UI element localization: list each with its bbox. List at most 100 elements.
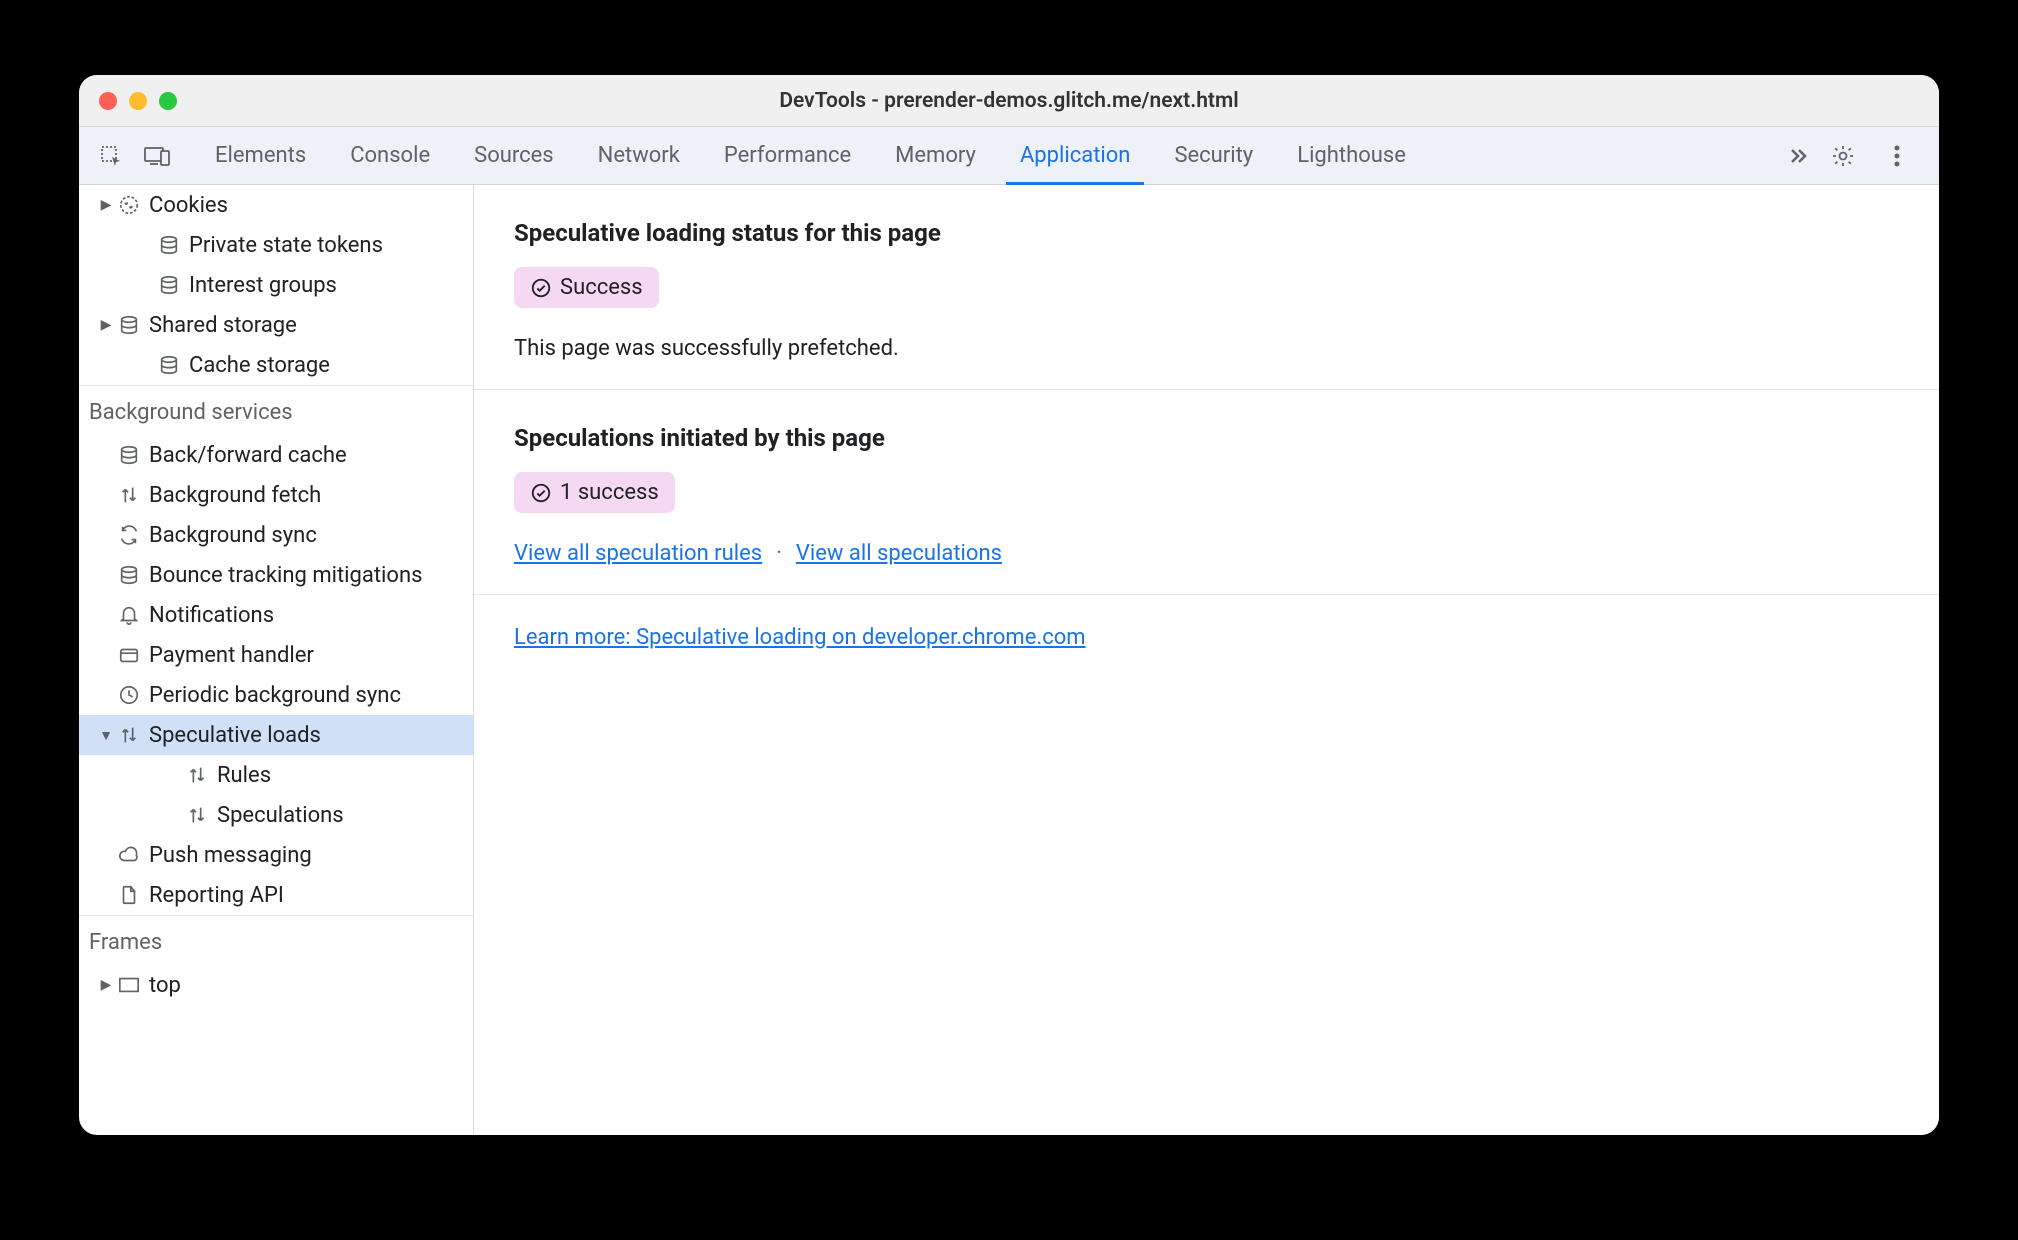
sidebar-item-label: Payment handler: [149, 643, 314, 668]
expand-arrow-icon: ▶: [97, 197, 115, 213]
sidebar-item-bounce-tracking-mitigations[interactable]: Bounce tracking mitigations: [79, 555, 473, 595]
settings-icon[interactable]: [1823, 136, 1863, 176]
tab-application[interactable]: Application: [998, 127, 1152, 185]
sidebar-item-periodic-background-sync[interactable]: Periodic background sync: [79, 675, 473, 715]
sidebar-item-push-messaging[interactable]: Push messaging: [79, 835, 473, 875]
zoom-window-button[interactable]: [159, 92, 177, 110]
status-text: This page was successfully prefetched.: [514, 336, 1899, 361]
devtools-toolbar: ElementsConsoleSourcesNetworkPerformance…: [79, 127, 1939, 185]
tab-memory[interactable]: Memory: [873, 127, 998, 185]
sidebar-item-label: Speculative loads: [149, 723, 321, 748]
status-heading: Speculative loading status for this page: [514, 219, 1899, 247]
file-icon: [115, 884, 143, 906]
sidebar-item-back-forward-cache[interactable]: Back/forward cache: [79, 435, 473, 475]
window-title: DevTools - prerender-demos.glitch.me/nex…: [779, 89, 1238, 113]
sidebar-item-label: Cookies: [149, 193, 228, 218]
sidebar-item-rules[interactable]: Rules: [79, 755, 473, 795]
sidebar-item-label: Notifications: [149, 603, 274, 628]
sidebar-item-reporting-api[interactable]: Reporting API: [79, 875, 473, 915]
check-circle-icon: [530, 277, 552, 299]
learn-more-section: Learn more: Speculative loading on devel…: [474, 595, 1939, 680]
traffic-lights: [99, 92, 177, 110]
tab-sources[interactable]: Sources: [452, 127, 576, 185]
more-options-icon[interactable]: [1877, 136, 1917, 176]
sidebar-item-label: Background fetch: [149, 483, 321, 508]
db-icon: [115, 444, 143, 466]
sidebar-item-label: Speculations: [217, 803, 344, 828]
tab-performance[interactable]: Performance: [702, 127, 873, 185]
bell-icon: [115, 604, 143, 626]
sidebar-item-label: Bounce tracking mitigations: [149, 563, 422, 588]
sidebar-item-shared-storage[interactable]: ▶ Shared storage: [79, 305, 473, 345]
sidebar-item-label: Interest groups: [189, 273, 337, 298]
minimize-window-button[interactable]: [129, 92, 147, 110]
db-icon: [115, 314, 143, 336]
sidebar-item-label: Periodic background sync: [149, 683, 401, 708]
sidebar-item-interest-groups[interactable]: Interest groups: [79, 265, 473, 305]
sidebar-item-label: Background sync: [149, 523, 317, 548]
devtools-window: DevTools - prerender-demos.glitch.me/nex…: [79, 75, 1939, 1135]
sidebar-item-label: Reporting API: [149, 883, 284, 908]
tab-elements[interactable]: Elements: [193, 127, 328, 185]
speculations-badge: 1 success: [514, 472, 675, 513]
sidebar-item-top[interactable]: ▶ top: [79, 965, 473, 1005]
updown-icon: [183, 764, 211, 786]
sidebar-item-private-state-tokens[interactable]: Private state tokens: [79, 225, 473, 265]
background-services-header: Background services: [79, 385, 473, 435]
titlebar: DevTools - prerender-demos.glitch.me/nex…: [79, 75, 1939, 127]
status-badge-label: Success: [560, 275, 643, 300]
panel-tabs: ElementsConsoleSourcesNetworkPerformance…: [193, 127, 1771, 185]
sidebar-item-speculative-loads[interactable]: ▼ Speculative loads: [79, 715, 473, 755]
expand-arrow-icon: ▼: [97, 727, 115, 744]
frame-icon: [115, 976, 143, 994]
link-separator: ·: [776, 541, 782, 566]
updown-icon: [183, 804, 211, 826]
tab-security[interactable]: Security: [1152, 127, 1275, 185]
sidebar-item-label: Push messaging: [149, 843, 312, 868]
sidebar-item-label: top: [149, 973, 181, 998]
status-section: Speculative loading status for this page…: [474, 185, 1939, 390]
check-circle-icon: [530, 482, 552, 504]
sidebar-item-payment-handler[interactable]: Payment handler: [79, 635, 473, 675]
sidebar-item-label: Rules: [217, 763, 271, 788]
updown-icon: [115, 484, 143, 506]
device-toolbar-icon[interactable]: [137, 136, 177, 176]
speculations-section: Speculations initiated by this page 1 su…: [474, 390, 1939, 595]
expand-arrow-icon: ▶: [97, 977, 115, 993]
inspect-element-icon[interactable]: [91, 136, 131, 176]
sidebar-item-label: Private state tokens: [189, 233, 383, 258]
more-tabs-icon[interactable]: [1777, 136, 1817, 176]
application-sidebar: ▶ Cookies Private state tokens Interest gro…: [79, 185, 474, 1135]
speculations-badge-label: 1 success: [560, 480, 659, 505]
cookie-icon: [115, 194, 143, 216]
sidebar-item-label: Back/forward cache: [149, 443, 347, 468]
tab-console[interactable]: Console: [328, 127, 452, 185]
db-icon: [155, 274, 183, 296]
sidebar-item-label: Shared storage: [149, 313, 297, 338]
sync-icon: [115, 524, 143, 546]
speculations-heading: Speculations initiated by this page: [514, 424, 1899, 452]
db-icon: [115, 564, 143, 586]
close-window-button[interactable]: [99, 92, 117, 110]
sidebar-item-cookies[interactable]: ▶ Cookies: [79, 185, 473, 225]
view-speculations-link[interactable]: View all speculations: [796, 541, 1002, 566]
db-icon: [155, 354, 183, 376]
frames-header: Frames: [79, 915, 473, 965]
view-speculation-rules-link[interactable]: View all speculation rules: [514, 541, 762, 566]
card-icon: [115, 644, 143, 666]
expand-arrow-icon: ▶: [97, 317, 115, 333]
cloud-icon: [115, 844, 143, 866]
clock-icon: [115, 684, 143, 706]
tab-lighthouse[interactable]: Lighthouse: [1275, 127, 1428, 185]
learn-more-link[interactable]: Learn more: Speculative loading on devel…: [514, 625, 1086, 650]
sidebar-item-label: Cache storage: [189, 353, 330, 378]
sidebar-item-speculations[interactable]: Speculations: [79, 795, 473, 835]
content-area: ▶ Cookies Private state tokens Interest gro…: [79, 185, 1939, 1135]
sidebar-item-background-fetch[interactable]: Background fetch: [79, 475, 473, 515]
tab-network[interactable]: Network: [576, 127, 702, 185]
application-main-panel: Speculative loading status for this page…: [474, 185, 1939, 1135]
sidebar-item-background-sync[interactable]: Background sync: [79, 515, 473, 555]
updown-icon: [115, 724, 143, 746]
sidebar-item-cache-storage[interactable]: Cache storage: [79, 345, 473, 385]
sidebar-item-notifications[interactable]: Notifications: [79, 595, 473, 635]
